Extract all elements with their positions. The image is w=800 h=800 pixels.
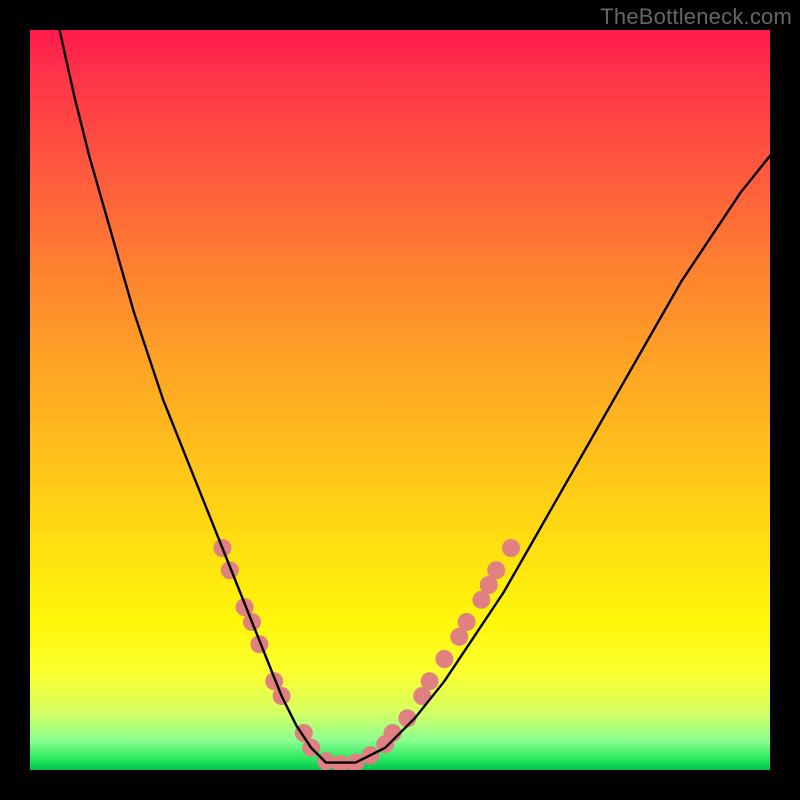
marker-dot [458, 613, 476, 631]
marker-dot [502, 539, 520, 557]
marker-dot [487, 561, 505, 579]
marker-dot [435, 650, 453, 668]
plot-area [30, 30, 770, 770]
marker-dot [421, 672, 439, 690]
bottleneck-curve [60, 30, 770, 763]
chart-svg [30, 30, 770, 770]
outer-frame: TheBottleneck.com [0, 0, 800, 800]
marker-layer [213, 539, 520, 770]
watermark-text: TheBottleneck.com [600, 4, 792, 30]
